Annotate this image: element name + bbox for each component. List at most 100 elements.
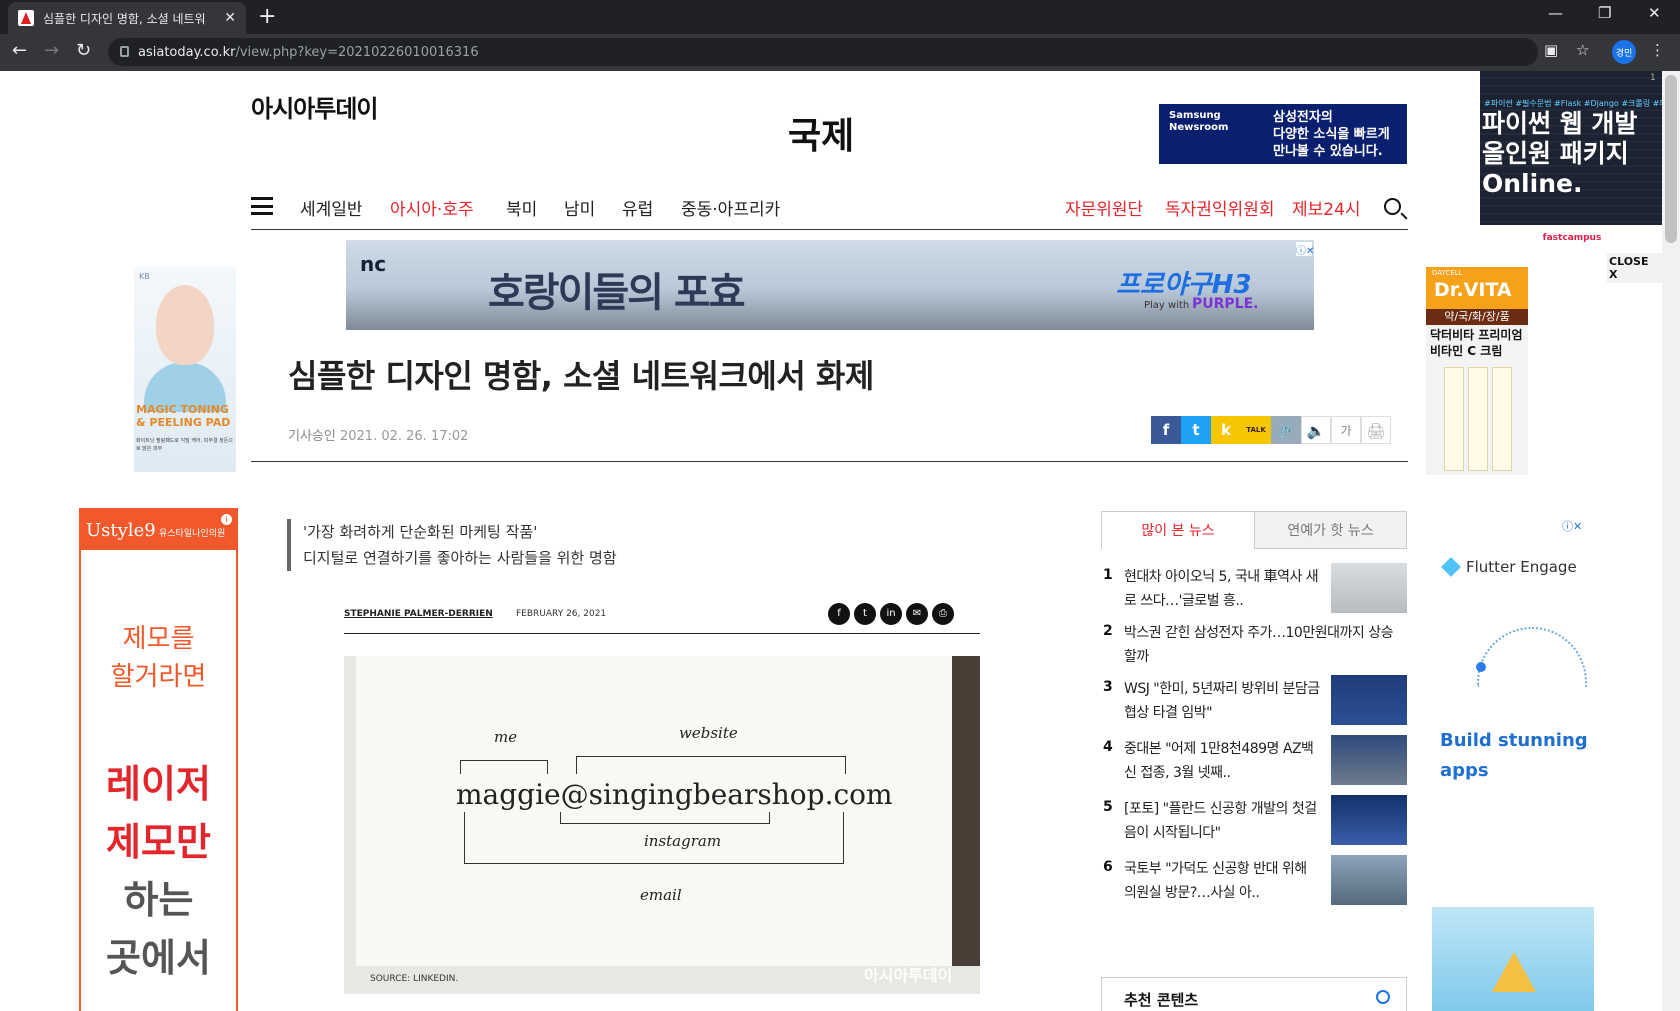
profile-avatar[interactable]: 경민 <box>1612 40 1636 64</box>
business-card-photo: me website maggie@singingbearshop.com in… <box>344 656 980 994</box>
rank-thumbnail[interactable] <box>1331 563 1407 613</box>
nav-item-middle-east-africa[interactable]: 중동·아프리카 <box>681 195 780 220</box>
recommended-content-box[interactable]: 추천 콘텐츠 <box>1101 977 1407 1011</box>
cast-blocked-icon[interactable]: ▣ <box>1544 41 1558 59</box>
ad-brand: Dr.VITA <box>1434 279 1512 301</box>
scrollbar-thumb[interactable] <box>1665 75 1677 243</box>
logo-text: 아시아투데이 <box>251 95 378 123</box>
skincare-side-ad[interactable]: KB MAGIC TONING & PEELING PAD 화이트닝 필링패드로… <box>134 267 236 472</box>
nc-logo: nc <box>360 252 387 276</box>
ad-product-name: MAGIC TONING & PEELING PAD <box>136 403 231 429</box>
ranking-item[interactable]: 4 중대본 "어제 1만8천489명 AZ백신 접종, 3월 넷째.. <box>1101 735 1407 791</box>
ranking-item[interactable]: 1 현대차 아이오닉 5, 국내 車역사 새로 쓰다…'글로벌 흥.. <box>1101 563 1407 619</box>
ad-brand: Ustyle9 <box>86 520 156 541</box>
address-bar[interactable]: asiatoday.co.kr/view.php?key=20210226010… <box>108 38 1538 66</box>
tab-most-viewed[interactable]: 많이 본 뉴스 <box>1101 511 1254 549</box>
ad-line: apps <box>1440 760 1489 781</box>
rank-number: 3 <box>1103 679 1113 695</box>
tts-speaker-icon[interactable]: 🔈 <box>1301 416 1331 444</box>
nav-advisory-board[interactable]: 자문위원단 <box>1065 195 1143 220</box>
reload-icon[interactable]: ↻ <box>76 40 91 61</box>
copy-link-icon[interactable]: 🔗 <box>1271 416 1301 444</box>
ad-choices-icon[interactable]: ⓘ✕ <box>1562 518 1582 534</box>
ranking-item[interactable]: 2 박스권 갇힌 삼성전자 주가…10만원대까지 상승할까 <box>1101 619 1407 675</box>
nc-baseball-banner-ad[interactable]: nc 호랑이들의 포효 프로야구H3 Play with PURPLE. <box>346 240 1314 330</box>
ad-line: 하는 <box>123 878 194 922</box>
ad-model-face <box>156 285 214 365</box>
ad-choices-icon[interactable]: ⓘ✕ <box>1296 242 1314 257</box>
nav-reader-rights[interactable]: 독자권익위원회 <box>1165 195 1274 220</box>
ad-line: 할거라면 <box>110 662 207 692</box>
rank-thumbnail[interactable] <box>1331 735 1407 785</box>
author-byline[interactable]: STEPHANIE PALMER-DERRIEN <box>344 609 493 619</box>
rank-headline[interactable]: [포토] "플란드 신공항 개발의 첫걸음이 시작됩니다" <box>1124 797 1320 845</box>
print-icon[interactable]: 🖨 <box>1361 416 1391 444</box>
nav-tip-24[interactable]: 제보24시 <box>1292 195 1361 220</box>
rank-thumbnail[interactable] <box>1331 675 1407 725</box>
nav-item-south-america[interactable]: 남미 <box>564 195 595 220</box>
ad-line: 만나볼 수 있습니다. <box>1273 144 1383 159</box>
web-page: 아시아투데이 국제 Samsung Newsroom 삼성전자의 다양한 소식을… <box>0 71 1662 1011</box>
flutter-engage-ad[interactable]: ⓘ✕ Flutter Engage Build stunning apps <box>1432 512 1594 1011</box>
forward-icon[interactable]: → <box>44 40 59 61</box>
rank-headline[interactable]: 현대차 아이오닉 5, 국내 車역사 새로 쓰다…'글로벌 흥.. <box>1124 565 1320 613</box>
close-window-icon[interactable]: ✕ <box>1648 4 1661 22</box>
minimize-icon[interactable]: — <box>1548 4 1563 22</box>
bracket-website <box>576 756 846 774</box>
ad-brand-sub: DAYCELL <box>1432 269 1463 277</box>
samsung-newsroom-ad[interactable]: Samsung Newsroom 삼성전자의 다양한 소식을 빠르게 만나볼 수… <box>1159 104 1407 164</box>
ad-copy-1: 제모를 할거라면 <box>81 620 236 696</box>
ranking-item[interactable]: 6 국토부 "가덕도 신공항 반대 위해 의원실 방문?…사실 아.. <box>1101 855 1407 911</box>
site-logo[interactable]: 아시아투데이 <box>251 89 378 124</box>
rank-headline[interactable]: 중대본 "어제 1만8천489명 AZ백신 접종, 3월 넷째.. <box>1124 737 1320 785</box>
tab-bar: 심플한 디자인 명함, 소셜 네트워 ✕ + — ❐ ✕ <box>0 0 1680 34</box>
nav-item-world-general[interactable]: 세계일반 <box>300 195 363 220</box>
ad-info-icon[interactable]: i <box>221 514 232 525</box>
kakaostory-share-icon[interactable]: k <box>1211 416 1241 444</box>
ad-tags: #파이썬 #필수문법 #Flask #Django #크롤링 #파이썬 <box>1484 99 1662 108</box>
nav-item-europe[interactable]: 유럽 <box>622 195 653 220</box>
ranking-item[interactable]: 3 WSJ "한미, 5년짜리 방위비 분담금 협상 타결 임박" <box>1101 675 1407 731</box>
fastcampus-floating-ad[interactable]: 1 #파이썬 #필수문법 #Flask #Django #크롤링 #파이썬 파이… <box>1480 71 1662 251</box>
info-icon[interactable] <box>1376 990 1390 1004</box>
nav-item-north-america[interactable]: 북미 <box>506 195 537 220</box>
print-icon[interactable]: ⎙ <box>932 603 954 625</box>
linkedin-icon[interactable]: in <box>880 603 902 625</box>
ustyle9-side-ad[interactable]: Ustyle9 유스타일나인의원 i 제모를 할거라면 레이저 제모만 하는 곳… <box>79 508 238 1011</box>
back-icon[interactable]: ← <box>12 40 27 61</box>
approved-date: 2021. 02. 26. 17:02 <box>339 429 469 444</box>
dr-vita-side-ad[interactable]: DAYCELL Dr.VITA 약/국/화/장/품 닥터비타 프리미엄 비타민 … <box>1426 267 1528 475</box>
article-subheading: '가장 화려하게 단순화된 마케팅 작품' 디지털로 연결하기를 좋아하는 사람… <box>287 519 617 571</box>
page-scrollbar[interactable] <box>1662 71 1680 1011</box>
ranking-item[interactable]: 5 [포토] "플란드 신공항 개발의 첫걸음이 시작됩니다" <box>1101 795 1407 851</box>
restore-icon[interactable]: ❐ <box>1598 4 1611 22</box>
menu-kebab-icon[interactable]: ⋮ <box>1650 41 1665 59</box>
rank-thumbnail[interactable] <box>1331 795 1407 845</box>
url-host: asiatoday.co.kr <box>138 44 236 60</box>
new-tab-button[interactable]: + <box>258 4 276 29</box>
kakaotalk-share-icon[interactable]: TALK <box>1241 416 1271 444</box>
twitter-icon[interactable]: t <box>854 603 876 625</box>
search-icon[interactable] <box>1384 198 1401 215</box>
tab-entertainment[interactable]: 연예가 핫 뉴스 <box>1254 511 1407 549</box>
close-ad-button[interactable]: CLOSE X <box>1607 253 1662 283</box>
rank-thumbnail[interactable] <box>1331 855 1407 905</box>
facebook-icon[interactable]: f <box>828 603 850 625</box>
ad-header: DAYCELL Dr.VITA <box>1426 267 1528 309</box>
rank-headline[interactable]: 박스권 갇힌 삼성전자 주가…10만원대까지 상승할까 <box>1124 621 1402 669</box>
facebook-share-icon[interactable]: f <box>1151 416 1181 444</box>
ad-play-with: Play with <box>1144 300 1190 311</box>
bookmark-star-icon[interactable]: ☆ <box>1576 41 1589 59</box>
close-tab-icon[interactable]: ✕ <box>224 10 236 26</box>
email-icon[interactable]: ✉ <box>906 603 928 625</box>
hamburger-menu-icon[interactable] <box>251 197 273 215</box>
rank-headline[interactable]: 국토부 "가덕도 신공항 반대 위해 의원실 방문?…사실 아.. <box>1124 857 1320 905</box>
rank-headline[interactable]: WSJ "한미, 5년짜리 방위비 분담금 협상 타결 임박" <box>1124 677 1320 725</box>
ad-footer: fastcampus <box>1480 225 1662 251</box>
nav-item-asia-australia[interactable]: 아시아·호주 <box>390 195 474 220</box>
twitter-share-icon[interactable]: t <box>1181 416 1211 444</box>
font-size-icon[interactable]: 가 <box>1331 416 1361 444</box>
lock-icon <box>120 46 129 57</box>
ad-header: Ustyle9 유스타일나인의원 <box>81 510 236 550</box>
browser-tab[interactable]: 심플한 디자인 명함, 소셜 네트워 ✕ <box>8 2 246 34</box>
